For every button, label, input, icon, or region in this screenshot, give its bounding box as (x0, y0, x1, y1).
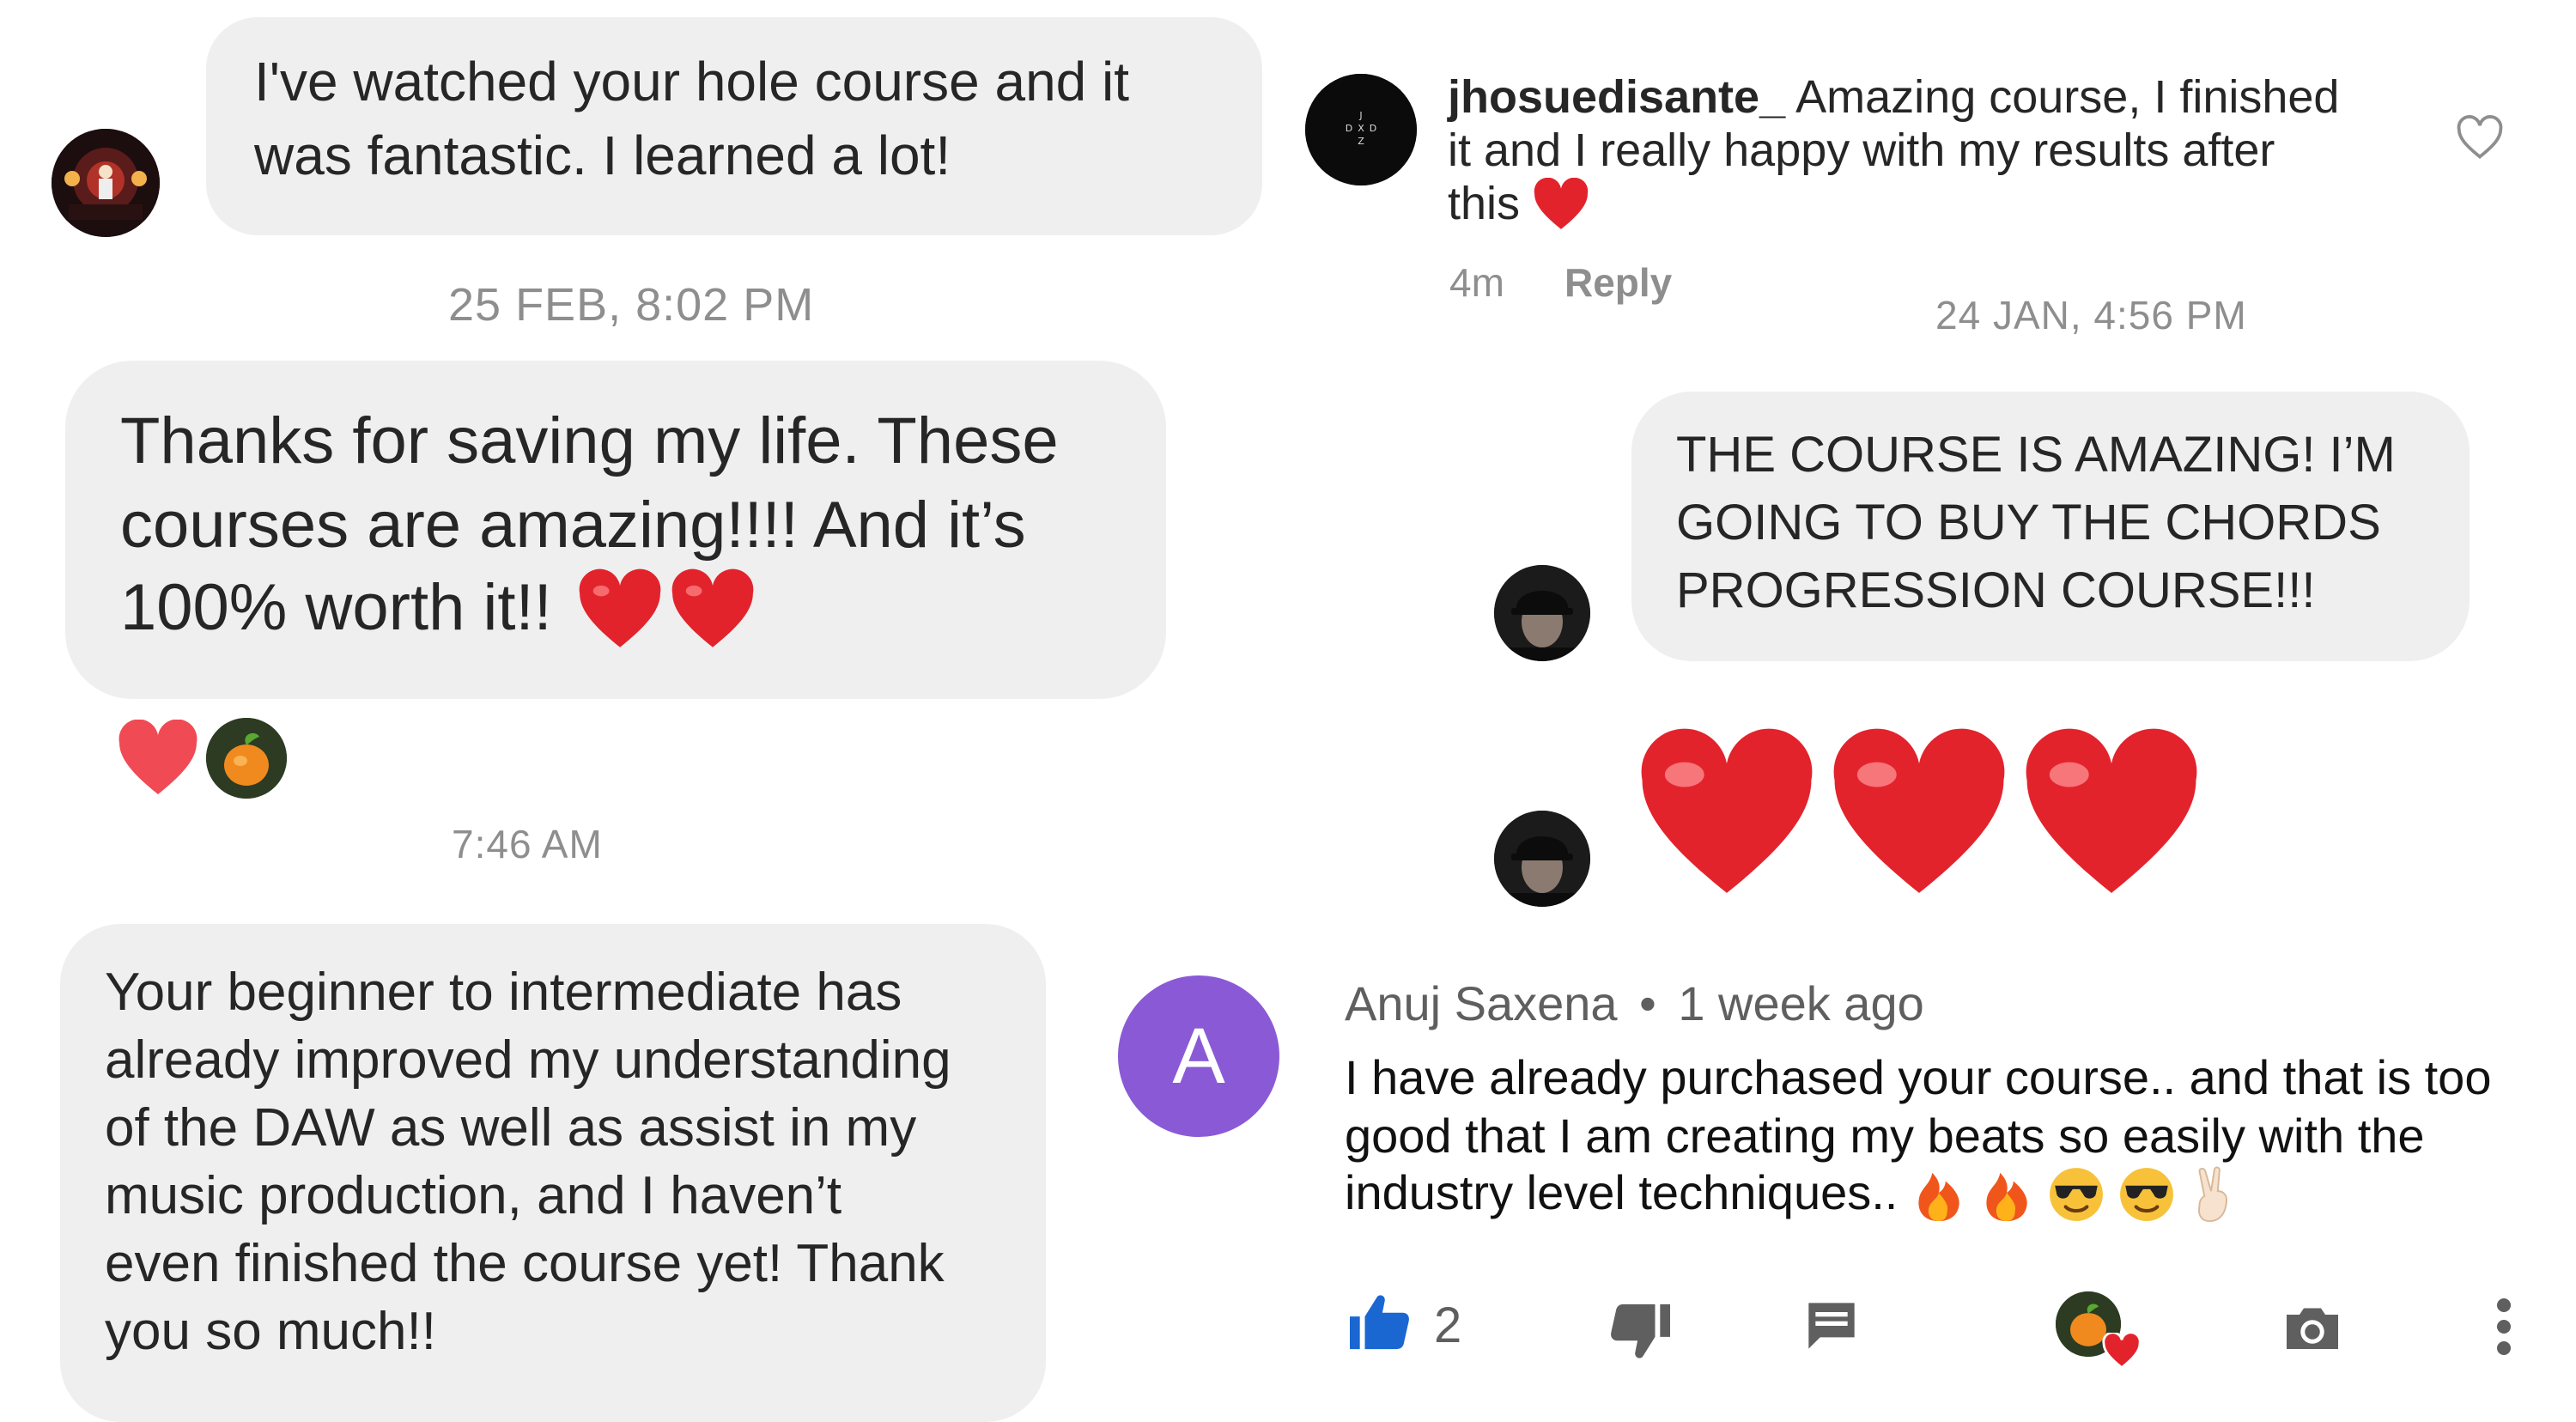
red-heart-icon (1534, 178, 1589, 229)
message-bubble: I've watched your hole course and it was… (206, 17, 1262, 235)
fruit-logo-icon (206, 718, 287, 799)
message-bubble: Your beginner to intermediate has alread… (60, 924, 1046, 1422)
heart-reaction-icon[interactable] (117, 720, 199, 797)
comment-age: 4m (1449, 260, 1504, 305)
user-avatar-dj[interactable] (52, 129, 160, 237)
message-timestamp: 24 JAN, 4:56 PM (1935, 293, 2247, 337)
message-text: music production, and I haven’t (105, 1166, 842, 1225)
message-bubble: Thanks for saving my life. These courses… (65, 361, 1166, 699)
logo-letter: Z (1358, 136, 1364, 147)
message-text: even finished the course yet! Thank (105, 1234, 945, 1293)
big-red-heart-icon (1641, 728, 1813, 893)
comment-text: good that I am creating my beats so easi… (1345, 1109, 2425, 1163)
person-cap-image (1494, 811, 1590, 907)
avatar-initial: A (1172, 1012, 1225, 1100)
big-red-heart-icon (2026, 728, 2197, 893)
emoji-row (1911, 1166, 2238, 1234)
message-text: was fantastic. I learned a lot! (254, 125, 951, 186)
comment-age: 1 week ago (1678, 976, 1924, 1030)
user-avatar-cap[interactable] (1494, 811, 1590, 907)
more-options-icon[interactable] (2495, 1297, 2512, 1357)
creator-heart-icon (2102, 1333, 2142, 1369)
reply-comment-icon[interactable] (1803, 1298, 1860, 1353)
message-text: I've watched your hole course and it (254, 51, 1130, 112)
message-text: Your beginner to intermediate has (105, 963, 902, 1022)
fire-icon (1986, 1172, 2028, 1222)
comment-text: industry level techniques.. (1345, 1165, 1899, 1219)
message-text: you so much!! (105, 1302, 436, 1361)
dj-stage-image (52, 129, 160, 237)
user-avatar-cap[interactable] (1494, 565, 1590, 661)
message-text: courses are amazing!!!! And it’s (120, 489, 1026, 562)
message-bubble: THE COURSE IS AMAZING! I’M GOING TO BUY … (1631, 392, 2470, 661)
commenter-avatar-letter[interactable]: A (1118, 975, 1279, 1137)
logo-letter: D (1346, 123, 1352, 134)
camera-icon[interactable] (2282, 1302, 2342, 1353)
red-heart-icon (579, 568, 661, 647)
message-timestamp: 25 FEB, 8:02 PM (448, 279, 815, 331)
big-red-heart-icon (1833, 728, 2005, 893)
logo-letter: J (1358, 110, 1362, 121)
comment-text: Amazing course, I finished (1795, 71, 2340, 123)
message-text: 100% worth it!! (120, 571, 552, 644)
like-heart-outline-icon[interactable] (2456, 115, 2504, 160)
message-text: Thanks for saving my life. These (120, 404, 1059, 477)
separator-dot: • (1639, 976, 1656, 1030)
thumbs-up-icon[interactable] (1346, 1291, 1413, 1352)
logo-letter: X (1358, 123, 1364, 134)
comment-line: industry level techniques.. (1345, 1164, 2238, 1234)
person-cap-image (1494, 565, 1590, 661)
comment-username[interactable]: jhosuedisante_ (1448, 71, 1785, 123)
reply-button[interactable]: Reply (1564, 259, 1672, 306)
sunglasses-face-icon (2050, 1168, 2103, 1221)
message-text: PROGRESSION COURSE!!! (1676, 562, 2316, 618)
message-text: GOING TO BUY THE CHORDS (1676, 495, 2381, 550)
comment-line: this (1448, 177, 2339, 231)
logo-letter: D (1370, 123, 1376, 134)
reactor-avatar[interactable] (206, 718, 287, 799)
victory-hand-icon (2198, 1166, 2228, 1223)
message-timestamp: 7:46 AM (452, 822, 603, 866)
comment-text: this (1448, 178, 1521, 229)
commenter-avatar[interactable]: J D X D Z (1305, 74, 1417, 185)
like-count: 2 (1434, 1297, 1462, 1353)
comment-body: jhosuedisante_ Amazing course, I finishe… (1448, 70, 2339, 231)
fire-icon (1918, 1172, 1959, 1222)
red-heart-icon (671, 568, 754, 647)
comment-text: I have already purchased your course.. a… (1345, 1050, 2492, 1104)
comment-header: Anuj Saxena • 1 week ago (1345, 975, 1924, 1031)
thumbs-down-icon[interactable] (1607, 1302, 1673, 1362)
message-text: of the DAW as well as assist in my (105, 1098, 917, 1158)
message-text: already improved my understanding (105, 1030, 951, 1090)
comment-author[interactable]: Anuj Saxena (1345, 976, 1618, 1030)
brand-logo-icon: J D X D Z (1305, 74, 1417, 185)
comment-text: it and I really happy with my results af… (1448, 125, 2275, 176)
comment-line: jhosuedisante_ Amazing course, I finishe… (1448, 70, 2339, 124)
sunglasses-face-icon (2119, 1168, 2173, 1221)
message-text: THE COURSE IS AMAZING! I’M (1676, 427, 2396, 483)
